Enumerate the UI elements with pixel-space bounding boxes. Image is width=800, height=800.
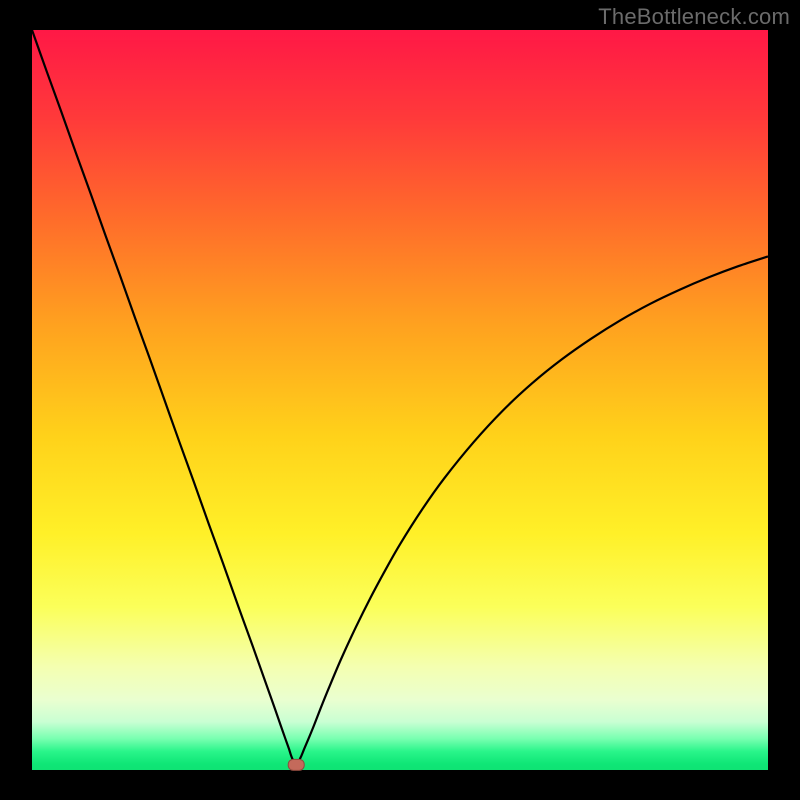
optimum-marker bbox=[288, 759, 304, 770]
chart-frame: { "watermark": "TheBottleneck.com", "col… bbox=[0, 0, 800, 800]
bottleneck-chart bbox=[0, 0, 800, 800]
plot-background bbox=[32, 30, 768, 770]
